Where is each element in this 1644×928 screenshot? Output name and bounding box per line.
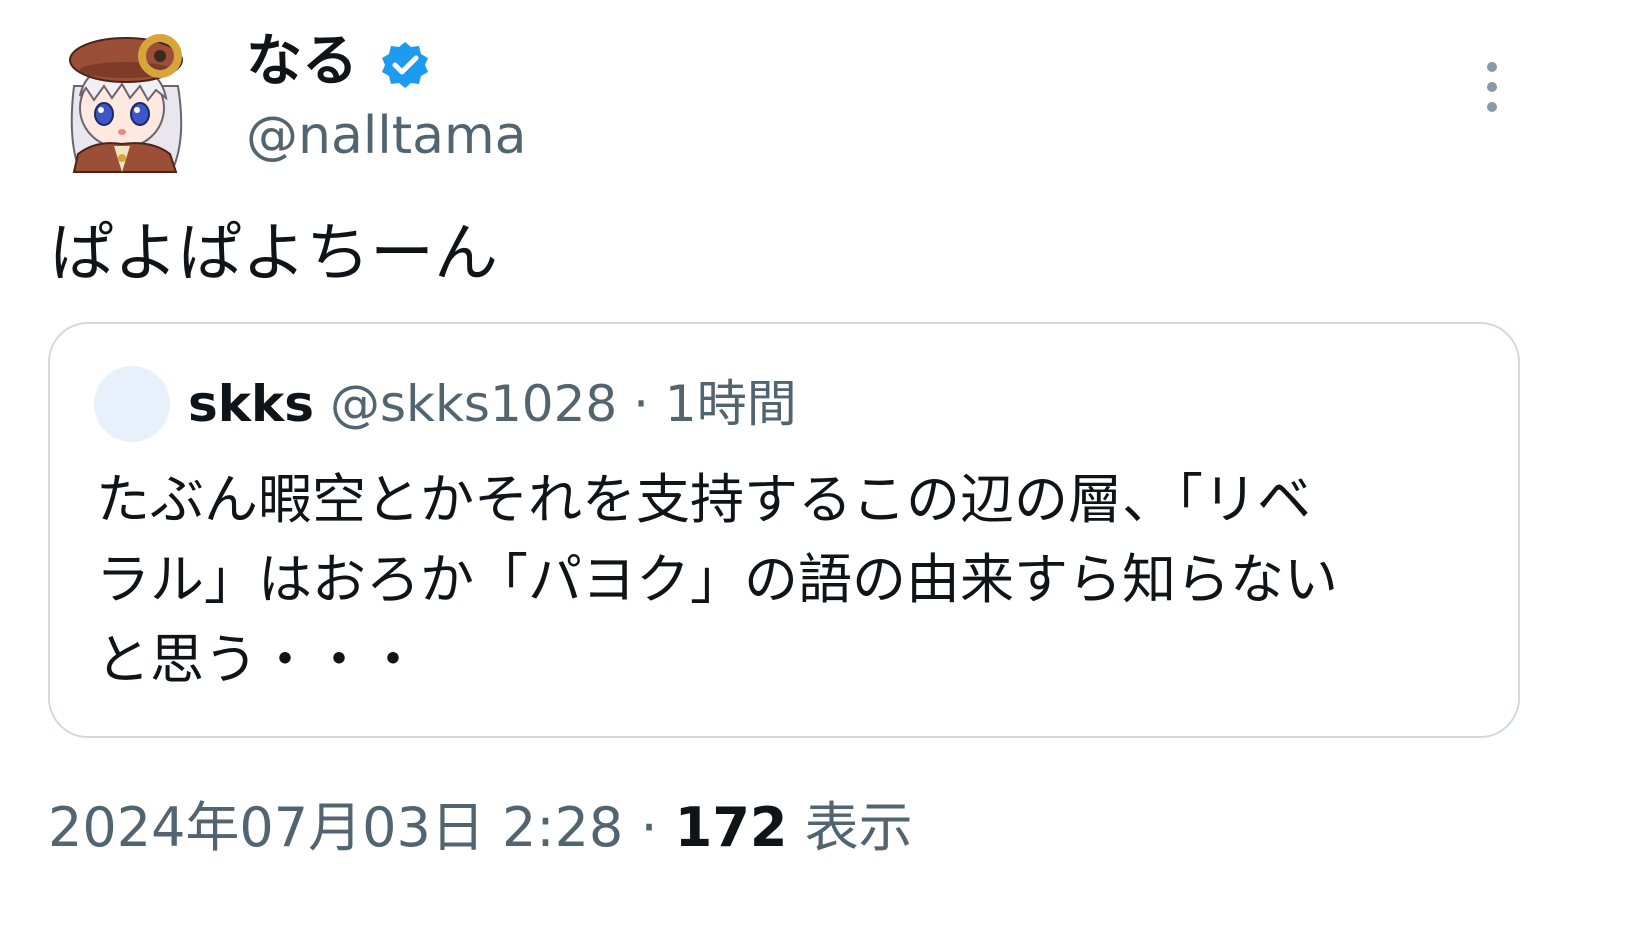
quoted-author-avatar[interactable] (94, 366, 170, 442)
quoted-separator: · (617, 375, 665, 433)
quoted-tweet-header: skks @skks1028 · 1時間 (188, 370, 797, 438)
author-avatar[interactable] (56, 26, 196, 174)
tweet-text: ぱよぱよちーん (50, 217, 498, 291)
quoted-text-line: たぶん暇空とかそれを支持するこの辺の層、「リベ (96, 468, 1311, 531)
quoted-text-line: と思う・・・ (96, 628, 420, 691)
views-label: 表示 (787, 796, 913, 859)
tweet: なる @nalltama ぱよぱよちーん skks @skks1028 · 1時… (0, 0, 1644, 928)
tweet-datetime[interactable]: 2024年07月03日 2:28 (48, 796, 623, 859)
quoted-tweet-card[interactable]: skks @skks1028 · 1時間 たぶん暇空とかそれを支持するこの辺の層… (48, 322, 1520, 738)
views-count: 172 (674, 796, 788, 859)
meta-separator: · (623, 796, 675, 859)
verified-badge-icon (380, 40, 430, 90)
quoted-text-line: ラル」はおろか「パヨク」の語の由来すら知らない (96, 548, 1338, 611)
tweet-meta: 2024年07月03日 2:28 · 172 表示 (48, 790, 913, 866)
more-vertical-icon[interactable] (1476, 58, 1508, 116)
quoted-author-handle[interactable]: @skks1028 (330, 375, 617, 433)
anime-girl-avatar-icon (69, 34, 183, 173)
quoted-tweet-text: たぶん暇空とかそれを支持するこの辺の層、「リベ ラル」はおろか「パヨク」の語の由… (96, 460, 1496, 700)
author-handle[interactable]: @nalltama (246, 104, 527, 168)
quoted-author-display-name[interactable]: skks (188, 375, 314, 433)
author-display-name[interactable]: なる (246, 28, 358, 96)
quoted-timestamp[interactable]: 1時間 (665, 375, 797, 433)
